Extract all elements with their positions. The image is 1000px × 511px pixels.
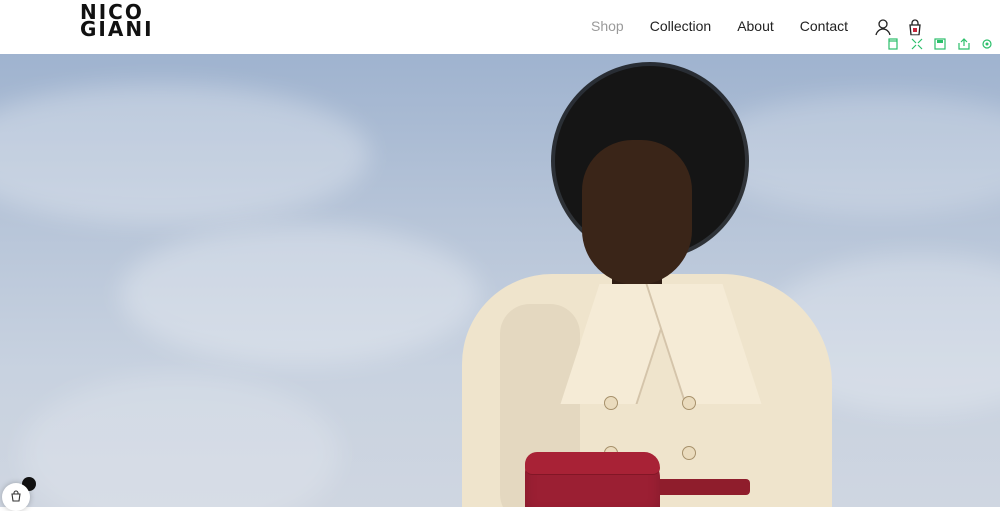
logo-line-2: GIANI <box>80 17 154 41</box>
nav-about[interactable]: About <box>737 18 774 34</box>
hero-image <box>0 54 1000 507</box>
face <box>582 140 692 285</box>
brand-logo[interactable]: NICO GIANI <box>80 2 156 42</box>
settings-icon[interactable] <box>980 37 994 51</box>
bookmark-icon[interactable] <box>886 37 900 51</box>
browser-extension-toolbar <box>882 35 998 53</box>
sky-cloud <box>0 84 370 224</box>
expand-icon[interactable] <box>910 37 924 51</box>
sky-cloud <box>20 374 340 507</box>
save-icon[interactable] <box>933 37 947 51</box>
coat-button <box>682 446 696 460</box>
bag-flap <box>525 452 660 475</box>
coat-button <box>682 396 696 410</box>
coat-button <box>604 396 618 410</box>
model-figure <box>430 54 850 507</box>
share-icon[interactable] <box>957 37 971 51</box>
shopping-bag-icon[interactable] <box>906 18 924 36</box>
nav-contact[interactable]: Contact <box>800 18 848 34</box>
header-icons <box>874 18 924 36</box>
site-header: NICO GIANI Shop Collection About Contact <box>0 0 1000 54</box>
main-nav: Shop Collection About Contact <box>591 18 874 34</box>
user-icon[interactable] <box>874 18 892 36</box>
nav-collection[interactable]: Collection <box>650 18 711 34</box>
nav-shop[interactable]: Shop <box>591 18 624 34</box>
sky-cloud <box>120 224 480 364</box>
